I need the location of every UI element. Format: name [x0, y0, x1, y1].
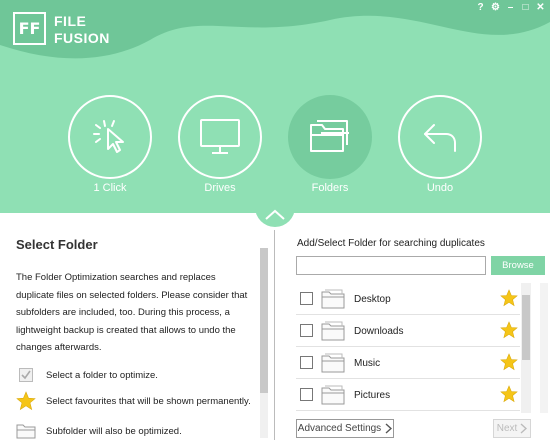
maximize-icon[interactable]: □ — [520, 2, 531, 13]
left-scrollbar[interactable] — [260, 248, 268, 438]
legend-text: Select favourites that will be shown per… — [46, 395, 251, 407]
advanced-settings-button[interactable]: Advanced Settings — [296, 419, 394, 438]
next-button[interactable]: Next — [493, 419, 531, 438]
star-icon[interactable] — [500, 289, 518, 307]
undo-icon — [424, 124, 456, 152]
monitor-icon — [200, 119, 240, 154]
folder-list: Desktop Downloads Music Pictures — [296, 283, 520, 411]
folder-checkbox[interactable] — [300, 356, 313, 369]
legend-text: Subfolder will also be optimized. — [46, 425, 182, 437]
legend-text: Select a folder to optimize. — [46, 369, 158, 381]
close-icon[interactable]: ✕ — [535, 2, 546, 13]
window-scrollbar[interactable] — [540, 283, 548, 413]
star-icon[interactable] — [500, 321, 518, 339]
folder-icon — [321, 385, 345, 405]
nav-label: Undo — [426, 182, 454, 194]
nav-folders[interactable]: Folders — [288, 95, 372, 194]
folder-icon — [321, 289, 345, 309]
folder-row-pictures[interactable]: Pictures — [296, 379, 520, 411]
left-panel: Select Folder The Folder Optimization se… — [0, 213, 272, 445]
logo-line-2: FUSION — [54, 30, 110, 46]
folder-checkbox[interactable] — [300, 388, 313, 401]
checkbox-checked-icon — [16, 365, 36, 385]
folder-icon — [321, 321, 345, 341]
folder-name: Downloads — [354, 326, 404, 337]
gear-icon[interactable]: ⚙ — [490, 2, 501, 13]
star-icon — [16, 391, 36, 411]
nav-undo[interactable]: Undo — [398, 95, 482, 194]
nav-circle[interactable] — [398, 95, 482, 179]
nav-label: 1 Click — [93, 182, 127, 194]
legend-select-folder: Select a folder to optimize. — [16, 365, 266, 385]
scrollbar-thumb[interactable] — [522, 295, 530, 360]
minimize-icon[interactable]: – — [505, 2, 516, 13]
folder-list-scrollbar[interactable] — [521, 283, 531, 413]
folder-row-music[interactable]: Music — [296, 347, 520, 379]
folder-checkbox[interactable] — [300, 292, 313, 305]
folder-name: Pictures — [354, 390, 391, 401]
chevron-right-icon — [520, 423, 528, 434]
folder-name: Desktop — [354, 294, 391, 305]
folder-row-desktop[interactable]: Desktop — [296, 283, 520, 315]
panel-divider — [274, 230, 275, 440]
logo-mark: FF — [13, 12, 46, 45]
folder-name: Music — [354, 358, 381, 369]
logo-text: FILE FUSION — [54, 13, 110, 47]
help-icon[interactable]: ? — [475, 2, 486, 13]
header: FF FILE FUSION ? ⚙ – □ ✕ 1 Click Drives … — [0, 0, 550, 213]
nav-label: Folders — [311, 182, 349, 194]
folder-checkbox[interactable] — [300, 324, 313, 337]
star-icon[interactable] — [500, 353, 518, 371]
window-controls: ? ⚙ – □ ✕ — [475, 2, 546, 13]
right-panel-title: Add/Select Folder for searching duplicat… — [297, 238, 485, 249]
folder-path-input[interactable] — [296, 256, 486, 275]
panel-description: The Folder Optimization searches and rep… — [16, 272, 248, 353]
legend-subfolder: Subfolder will also be optimized. — [16, 421, 266, 441]
panel-title: Select Folder — [16, 237, 98, 252]
folders-icon — [310, 120, 349, 152]
logo-line-1: FILE — [54, 13, 87, 29]
advanced-settings-label: Advanced Settings — [297, 423, 382, 434]
next-label: Next — [496, 423, 518, 434]
browse-button[interactable]: Browse — [491, 256, 545, 275]
cursor-click-icon — [93, 120, 124, 153]
scrollbar-thumb[interactable] — [260, 248, 268, 393]
chevron-right-icon — [385, 423, 393, 434]
folder-icon — [16, 421, 36, 441]
nav-label: Drives — [204, 182, 236, 194]
folder-row-downloads[interactable]: Downloads — [296, 315, 520, 347]
star-icon[interactable] — [500, 385, 518, 403]
nav-circle[interactable] — [68, 95, 152, 179]
main-nav: 1 Click Drives Folders Undo — [0, 95, 550, 195]
nav-drives[interactable]: Drives — [178, 95, 262, 194]
legend-favourites: Select favourites that will be shown per… — [16, 391, 266, 411]
nav-circle[interactable] — [178, 95, 262, 179]
nav-1-click[interactable]: 1 Click — [68, 95, 152, 194]
folder-icon — [321, 353, 345, 373]
chevron-up-icon — [265, 209, 285, 220]
nav-circle[interactable] — [288, 95, 372, 179]
